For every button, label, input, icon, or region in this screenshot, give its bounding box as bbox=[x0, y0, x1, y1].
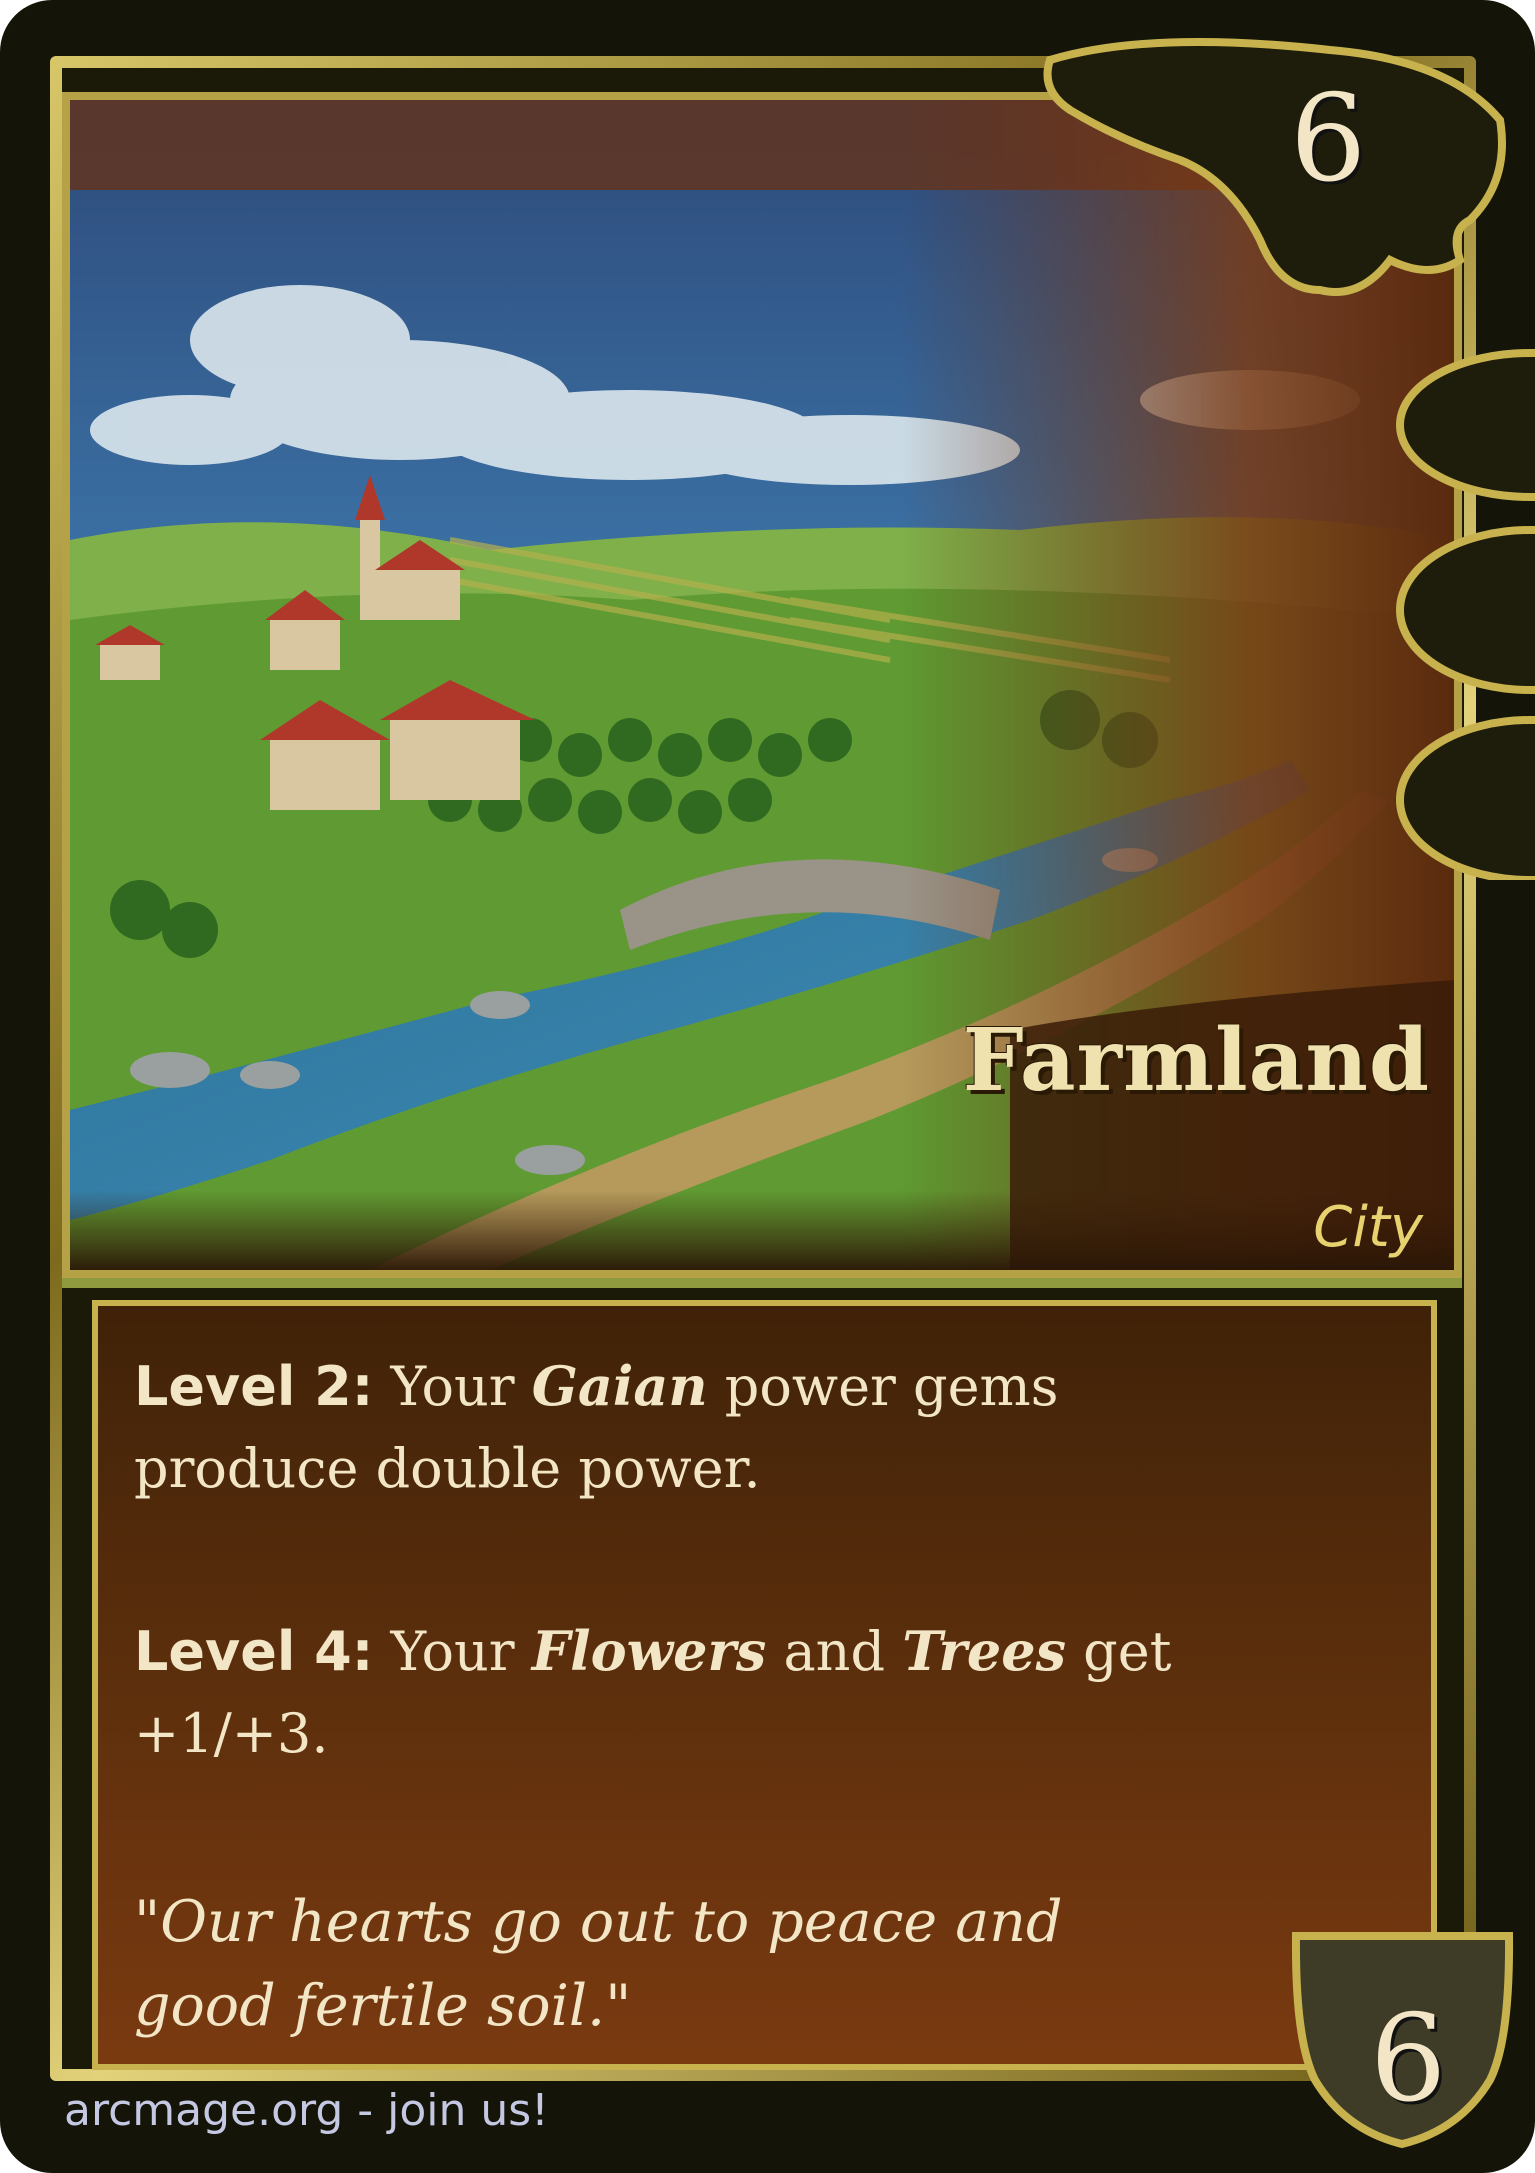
card-name: Farmland bbox=[962, 1010, 1430, 1111]
rule-level-4: Level 4: Your Flowers and Trees get +1/+… bbox=[134, 1610, 1184, 1775]
title-separator bbox=[62, 1278, 1462, 1288]
rule-level-label: Level 2: bbox=[134, 1355, 374, 1418]
cost-badge bbox=[1043, 38, 1506, 296]
card: 6 Farmland City Level 2: Your Gaian powe… bbox=[0, 0, 1535, 2173]
rule-level-label: Level 4: bbox=[134, 1620, 374, 1683]
rule-text: Your bbox=[390, 1620, 532, 1683]
rule-level-2: Level 2: Your Gaian power gems produce d… bbox=[134, 1345, 1184, 1510]
cost-value: 6 bbox=[1290, 70, 1367, 209]
flavor-text: "Our hearts go out to peace and good fer… bbox=[134, 1889, 1063, 2039]
side-orbs bbox=[1396, 349, 1535, 880]
rule-keyword: Flowers bbox=[531, 1619, 767, 1683]
rule-text: and bbox=[766, 1620, 903, 1683]
rules-text: Level 2: Your Gaian power gems produce d… bbox=[134, 1345, 1184, 1875]
defense-value: 6 bbox=[1370, 1990, 1447, 2129]
rule-keyword: Trees bbox=[902, 1619, 1067, 1683]
rule-text: Your bbox=[390, 1355, 532, 1418]
footer-link[interactable]: arcmage.org - join us! bbox=[64, 2085, 549, 2136]
rule-keyword: Gaian bbox=[531, 1354, 708, 1418]
card-type: City bbox=[1313, 1195, 1423, 1260]
